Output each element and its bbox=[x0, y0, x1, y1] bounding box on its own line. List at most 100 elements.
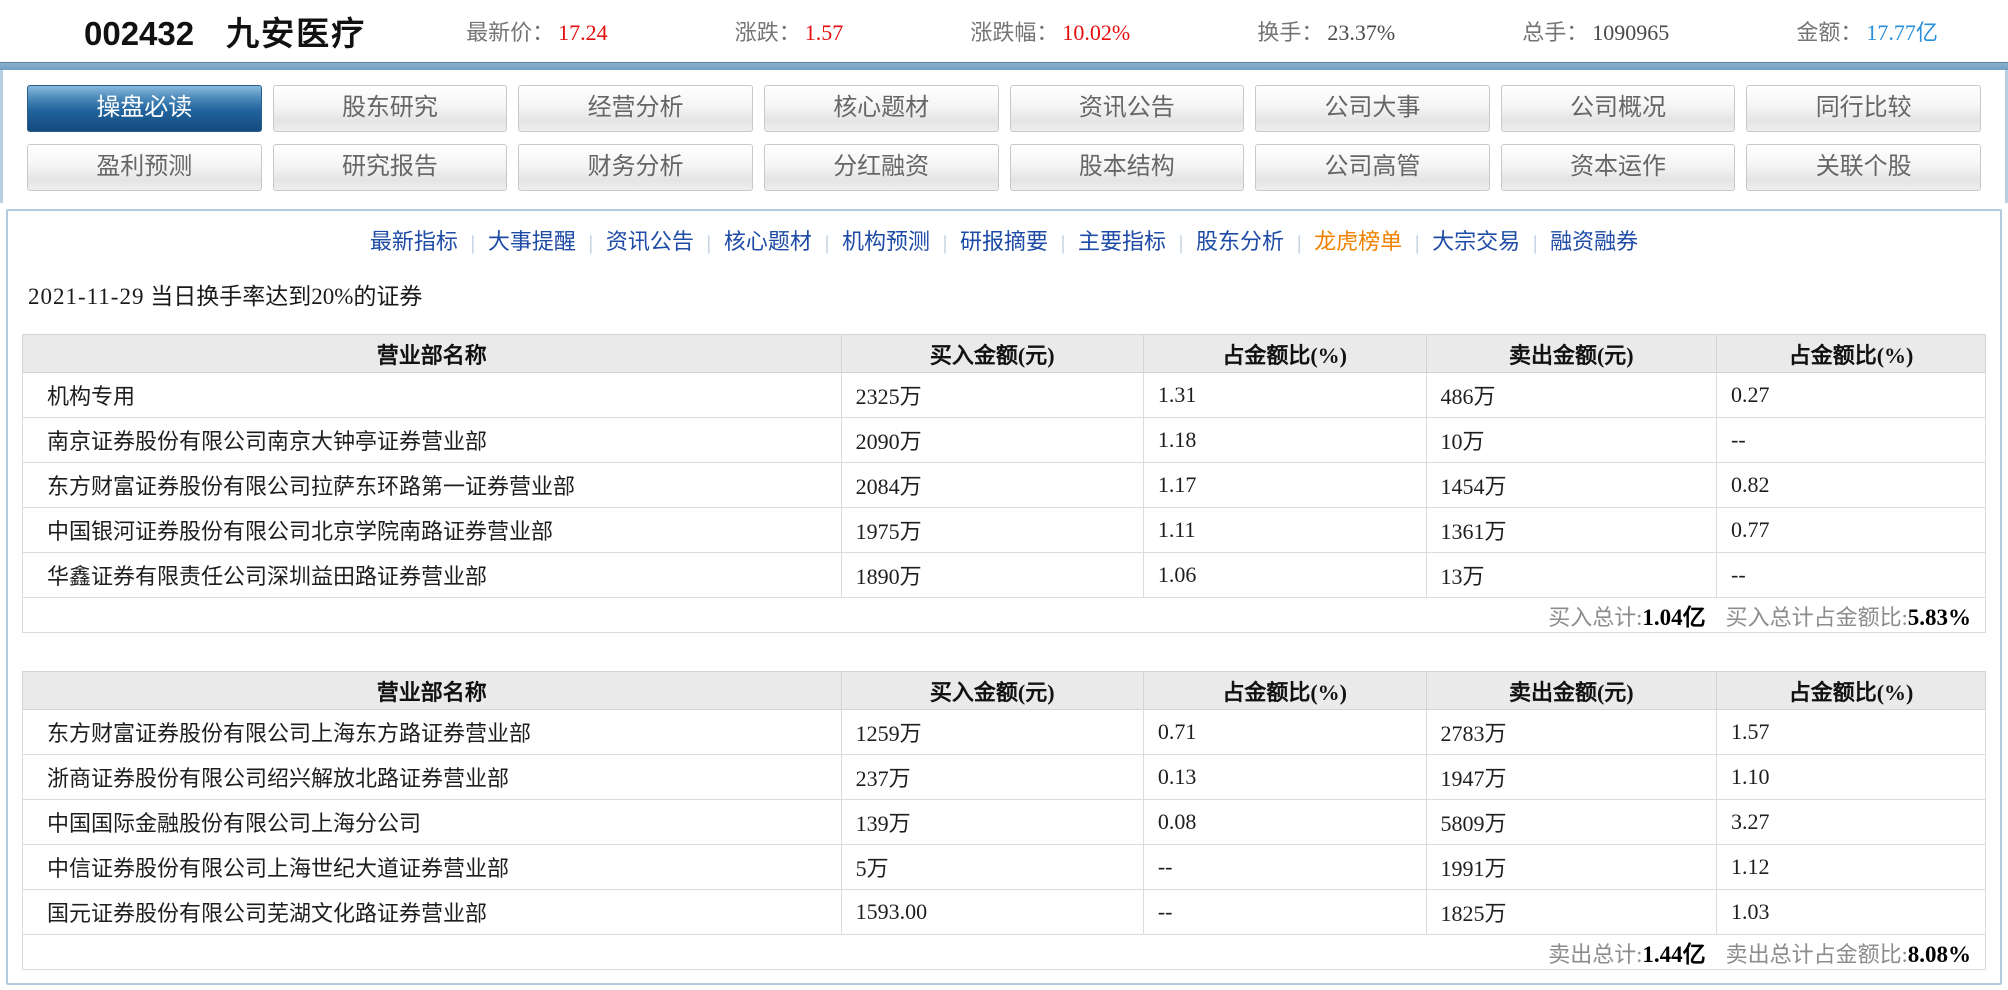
header-stat: 最新价： 17.24 bbox=[466, 15, 608, 47]
stock-code: 002432 bbox=[84, 15, 195, 52]
tab-item[interactable]: 盈利预测 bbox=[27, 144, 262, 191]
tab-item[interactable]: 公司大事 bbox=[1255, 85, 1490, 132]
table-row: 中国国际金融股份有限公司上海分公司 139万 0.08 5809万 3.27 bbox=[22, 799, 1986, 845]
subnav-separator: | bbox=[824, 232, 829, 254]
tab-item[interactable]: 研究报告 bbox=[272, 144, 508, 191]
value-cell: 3.27 bbox=[1716, 799, 1986, 845]
value-cell: 5809万 bbox=[1425, 799, 1718, 845]
value-cell: 1.03 bbox=[1716, 889, 1986, 935]
stock-name: 九安医疗 bbox=[226, 15, 367, 52]
stat-label: 最新价： bbox=[466, 20, 555, 45]
value-cell: 1.17 bbox=[1142, 462, 1427, 508]
subnav-link[interactable]: 融资融券 bbox=[1550, 229, 1638, 254]
subnav-link[interactable]: 核心题材 bbox=[724, 229, 812, 254]
subnav-link[interactable]: 大宗交易 bbox=[1432, 229, 1520, 254]
subnav-link[interactable]: 机构预测 bbox=[842, 229, 930, 254]
value-cell: 2090万 bbox=[840, 417, 1144, 463]
top-divider-bar bbox=[0, 62, 2008, 70]
stock-title: 002432 九安医疗 bbox=[84, 7, 366, 55]
table-row: 中信证券股份有限公司上海世纪大道证券营业部 5万 -- 1991万 1.12 bbox=[22, 844, 1986, 890]
subnav-separator: | bbox=[1179, 232, 1184, 254]
value-cell: 1.18 bbox=[1142, 417, 1427, 463]
subnav-link[interactable]: 研报摘要 bbox=[960, 229, 1048, 254]
header-stat: 涨跌： 1.57 bbox=[735, 15, 844, 47]
value-cell: -- bbox=[1142, 844, 1427, 890]
footer-value: 8.08% bbox=[1907, 942, 1971, 967]
table-footer-row: 卖出总计:1.44亿 卖出总计占金额比:8.08% bbox=[22, 934, 1986, 970]
branch-name-cell: 中国国际金融股份有限公司上海分公司 bbox=[22, 799, 842, 845]
tab-row-1: 操盘必读 股东研究 经营分析 核心题材 资讯公告 公司大事 公司概况 同行比较 bbox=[3, 85, 2005, 132]
tab-item[interactable]: 公司概况 bbox=[1500, 85, 1736, 132]
lhb-buy-table: 营业部名称 买入金额(元) 占金额比(%) 卖出金额(元) 占金额比(%) 机构专用 232… bbox=[22, 334, 1986, 633]
subnav-separator: | bbox=[706, 232, 711, 254]
value-cell: 5万 bbox=[840, 844, 1144, 890]
table-footer-cell: 买入总计:1.04亿 买入总计占金额比:5.83% bbox=[22, 597, 1986, 633]
tab-item[interactable]: 公司高管 bbox=[1255, 144, 1490, 191]
subnav-link[interactable]: 资讯公告 bbox=[606, 229, 694, 254]
value-cell: 0.77 bbox=[1716, 507, 1986, 553]
column-header: 占金额比(%) bbox=[1142, 334, 1427, 373]
table-row: 浙商证券股份有限公司绍兴解放北路证券营业部 237万 0.13 1947万 1.10 bbox=[22, 754, 1986, 800]
branch-name-cell: 华鑫证券有限责任公司深圳益田路证券营业部 bbox=[22, 552, 842, 598]
subnav-link[interactable]: 股东分析 bbox=[1196, 229, 1284, 254]
tab-item[interactable]: 资讯公告 bbox=[1009, 85, 1245, 132]
tab-item[interactable]: 操盘必读 bbox=[27, 85, 262, 132]
footer-pair: 卖出总计:1.44亿 bbox=[1548, 942, 1705, 967]
value-cell: 1825万 bbox=[1425, 889, 1718, 935]
footer-pair: 卖出总计占金额比:8.08% bbox=[1726, 942, 1971, 967]
tab-item[interactable]: 经营分析 bbox=[518, 85, 753, 132]
subnav-separator: | bbox=[1415, 232, 1420, 254]
column-header: 占金额比(%) bbox=[1142, 671, 1427, 710]
tab-item[interactable]: 关联个股 bbox=[1746, 144, 1981, 191]
footer-label: 买入总计: bbox=[1548, 605, 1643, 630]
column-header: 营业部名称 bbox=[22, 334, 842, 373]
value-cell: 237万 bbox=[840, 754, 1144, 800]
value-cell: 1890万 bbox=[840, 552, 1144, 598]
subnav-link[interactable]: 大事提醒 bbox=[488, 229, 576, 254]
stat-value: 17.24 bbox=[558, 20, 608, 45]
header-stat: 涨跌幅： 10.02% bbox=[970, 15, 1130, 47]
footer-pair: 买入总计占金额比:5.83% bbox=[1726, 605, 1971, 630]
subnav-link[interactable]: 主要指标 bbox=[1078, 229, 1166, 254]
value-cell: 0.82 bbox=[1716, 462, 1986, 508]
tab-row-2: 盈利预测 研究报告 财务分析 分红融资 股本结构 公司高管 资本运作 关联个股 bbox=[3, 144, 2005, 191]
subnav-link[interactable]: 龙虎榜单 bbox=[1314, 229, 1402, 254]
table-header-row: 营业部名称 买入金额(元) 占金额比(%) 卖出金额(元) 占金额比(%) bbox=[22, 334, 1986, 373]
stat-label: 换手： bbox=[1257, 20, 1324, 45]
table-row: 中国银河证券股份有限公司北京学院南路证券营业部 1975万 1.11 1361万 0.7… bbox=[22, 507, 1986, 553]
tab-item[interactable]: 同行比较 bbox=[1746, 85, 1981, 132]
tab-item[interactable]: 股东研究 bbox=[272, 85, 508, 132]
value-cell: 0.08 bbox=[1142, 799, 1427, 845]
table-row: 华鑫证券有限责任公司深圳益田路证券营业部 1890万 1.06 13万 -- bbox=[22, 552, 1986, 598]
tab-item[interactable]: 核心题材 bbox=[763, 85, 999, 132]
tab-item[interactable]: 股本结构 bbox=[1009, 144, 1245, 191]
stat-value: 10.02% bbox=[1062, 20, 1131, 45]
value-cell: 1.11 bbox=[1142, 507, 1427, 553]
table-row: 东方财富证券股份有限公司上海东方路证券营业部 1259万 0.71 2783万 1.57 bbox=[22, 709, 1986, 755]
branch-name-cell: 中国银河证券股份有限公司北京学院南路证券营业部 bbox=[22, 507, 842, 553]
value-cell: 1.12 bbox=[1716, 844, 1986, 890]
section-label: 当日换手率达到20%的证券 bbox=[150, 284, 423, 309]
section-title: 2021-11-29 当日换手率达到20%的证券 bbox=[28, 282, 2000, 312]
value-cell: 10万 bbox=[1425, 417, 1718, 463]
header-stat: 金额： 17.77亿 bbox=[1796, 15, 1938, 47]
subnav-link[interactable]: 最新指标 bbox=[370, 229, 458, 254]
stat-label: 金额： bbox=[1796, 20, 1863, 45]
footer-value: 1.04亿 bbox=[1642, 605, 1706, 630]
subnav-separator: | bbox=[588, 232, 593, 254]
table-row: 国元证券股份有限公司芜湖文化路证券营业部 1593.00 -- 1825万 1.03 bbox=[22, 889, 1986, 935]
value-cell: 2325万 bbox=[840, 372, 1144, 418]
value-cell: 1259万 bbox=[840, 709, 1144, 755]
value-cell: -- bbox=[1716, 417, 1986, 463]
value-cell: 2783万 bbox=[1425, 709, 1718, 755]
branch-name-cell: 东方财富证券股份有限公司拉萨东环路第一证券营业部 bbox=[22, 462, 842, 508]
column-header: 卖出金额(元) bbox=[1425, 671, 1718, 710]
value-cell: 0.71 bbox=[1142, 709, 1427, 755]
tab-item[interactable]: 分红融资 bbox=[763, 144, 999, 191]
tab-item[interactable]: 资本运作 bbox=[1500, 144, 1736, 191]
tab-panel: 操盘必读 股东研究 经营分析 核心题材 资讯公告 公司大事 公司概况 同行比较 盈利预测 研究报… bbox=[0, 70, 2008, 203]
value-cell: 139万 bbox=[840, 799, 1144, 845]
value-cell: 0.13 bbox=[1142, 754, 1427, 800]
subnav-separator: | bbox=[1533, 232, 1538, 254]
tab-item[interactable]: 财务分析 bbox=[518, 144, 753, 191]
